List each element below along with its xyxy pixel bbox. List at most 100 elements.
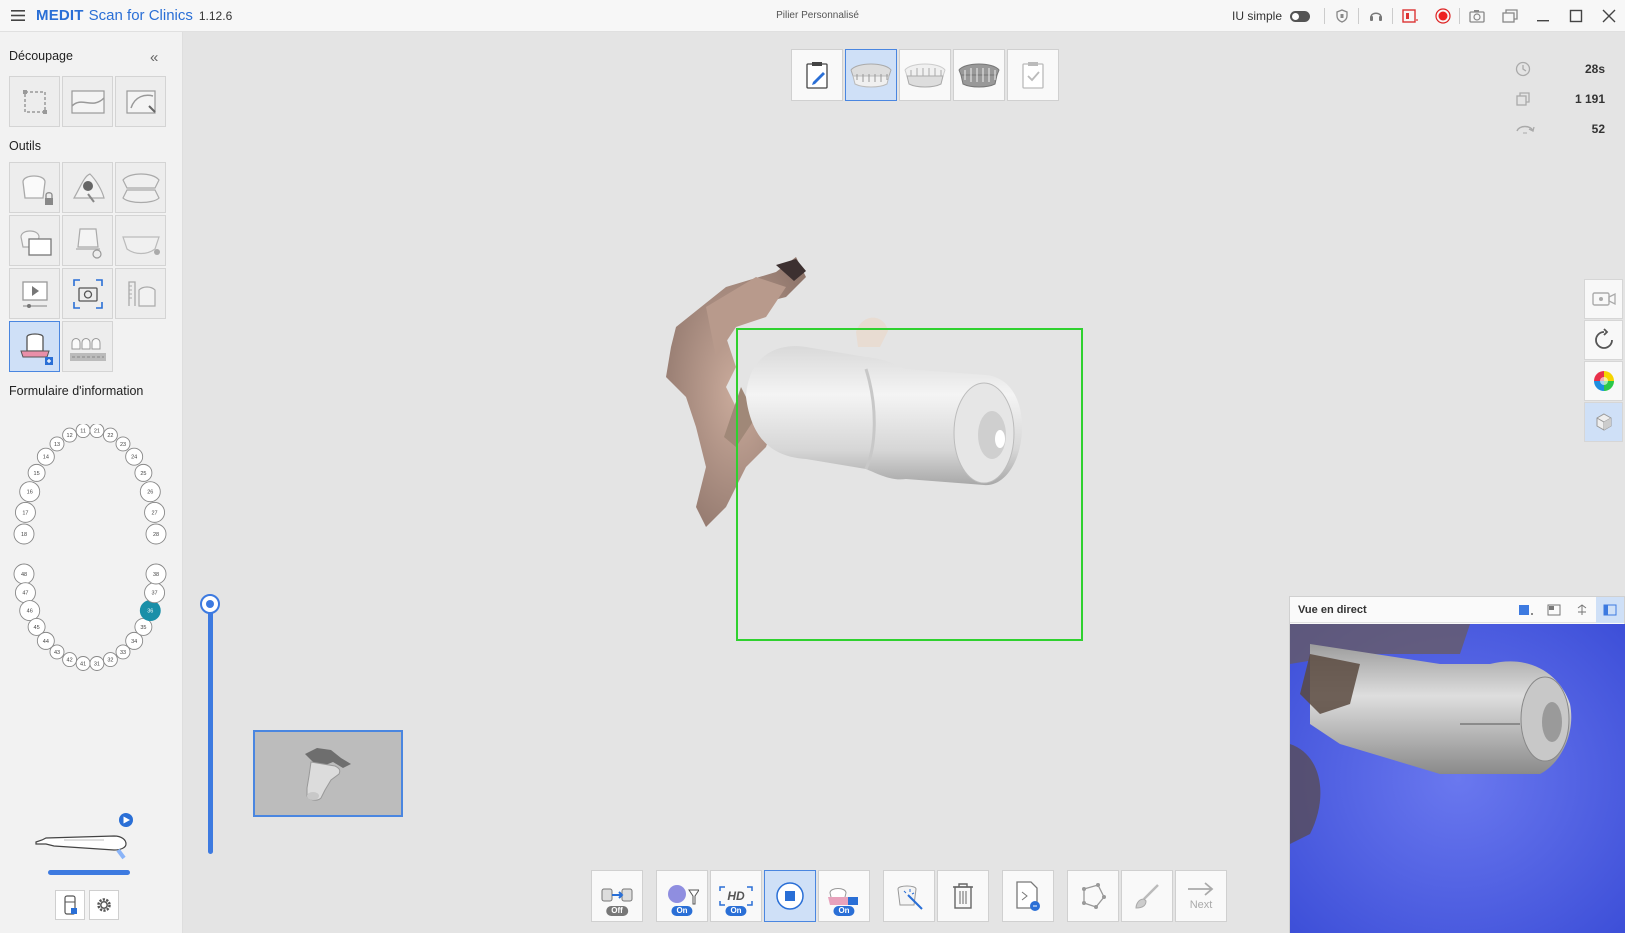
stage-review[interactable] — [1007, 49, 1059, 101]
simple-ui-toggle[interactable] — [1290, 10, 1310, 22]
tooth-41[interactable]: 41 — [75, 656, 91, 671]
video-play-tool[interactable] — [9, 268, 60, 319]
image-overlay-icon — [19, 229, 52, 256]
tooth-32[interactable]: 32 — [102, 652, 118, 668]
tooth-21[interactable]: 21 — [89, 424, 105, 439]
tooth-lock-tool[interactable] — [9, 162, 60, 213]
filter-toggle[interactable]: On — [656, 870, 708, 922]
edit-form-icon — [806, 62, 828, 89]
settings-button[interactable] — [89, 890, 119, 920]
frame-count: 1 191 — [1574, 92, 1605, 106]
smart-cut-tool[interactable] — [62, 76, 113, 127]
screen-record-region-icon[interactable] — [1393, 0, 1426, 32]
stage-lower-jaw[interactable] — [899, 49, 951, 101]
tooth-14[interactable]: 14 — [36, 447, 55, 466]
depth-slider-knob[interactable] — [200, 594, 220, 614]
section-title-form: Formulaire d'information — [9, 384, 144, 398]
tooth-46[interactable]: 46 — [19, 600, 41, 622]
tooth-15[interactable]: 15 — [27, 463, 46, 482]
minimize-icon[interactable] — [1526, 0, 1559, 32]
record-icon[interactable] — [1426, 0, 1459, 32]
scanner-tip-button[interactable] — [55, 890, 85, 920]
shield-icon[interactable] — [1325, 0, 1358, 32]
video-record-button[interactable] — [1584, 279, 1623, 319]
magic-clean-icon — [897, 885, 923, 910]
tooth-18[interactable]: 18 — [13, 523, 35, 545]
hamburger-menu-icon[interactable] — [0, 0, 36, 32]
image-overlay-tool[interactable] — [9, 215, 60, 266]
tooth-38[interactable]: 38 — [145, 563, 167, 585]
tooth-36[interactable]: 36 — [139, 600, 161, 622]
tooth-11[interactable]: 11 — [75, 424, 91, 439]
delete-button[interactable] — [937, 870, 989, 922]
tooth-48[interactable]: 48 — [13, 563, 35, 585]
tooth-42[interactable]: 42 — [62, 652, 78, 668]
auto-clean-button[interactable] — [883, 870, 935, 922]
headset-support-icon[interactable] — [1359, 0, 1392, 32]
collapse-sidebar-icon[interactable]: « — [150, 49, 158, 66]
teeth-library-tool[interactable] — [62, 321, 113, 372]
tooth-17[interactable]: 17 — [14, 501, 36, 523]
tooth-28[interactable]: 28 — [145, 523, 167, 545]
tooth-12[interactable]: 12 — [62, 427, 78, 443]
live-camera-feed — [1290, 624, 1625, 933]
occlusion-tool[interactable] — [115, 162, 166, 213]
stage-edit-form[interactable] — [791, 49, 843, 101]
color-view-button[interactable] — [1584, 361, 1623, 401]
stage-occlusion[interactable] — [953, 49, 1005, 101]
lasso-select-tool[interactable] — [9, 76, 60, 127]
maximize-icon[interactable] — [1559, 0, 1592, 32]
tooth-26[interactable]: 26 — [139, 481, 161, 503]
tooth-number: 18 — [21, 532, 27, 538]
tooth-number: 44 — [43, 639, 49, 645]
tooth-27[interactable]: 27 — [144, 501, 166, 523]
live-align-icon[interactable] — [1568, 597, 1596, 623]
tooth-13[interactable]: 13 — [49, 436, 65, 452]
close-icon[interactable] — [1592, 0, 1625, 32]
tooth-24[interactable]: 24 — [125, 447, 144, 466]
gum-lock-toggle[interactable]: On — [818, 870, 870, 922]
polygon-select-button[interactable] — [1067, 870, 1119, 922]
next-button[interactable]: Next — [1175, 870, 1227, 922]
tooth-number: 36 — [147, 609, 153, 615]
brush-select-tool[interactable] — [115, 76, 166, 127]
tooth-47[interactable]: 47 — [14, 582, 36, 604]
tooth-23[interactable]: 23 — [115, 436, 131, 452]
camera-capture-icon — [72, 278, 103, 309]
trash-icon — [953, 883, 973, 909]
live-picture-in-picture-icon[interactable] — [1540, 597, 1568, 623]
camera-capture-tool[interactable] — [62, 268, 113, 319]
screenshot-camera-icon[interactable] — [1460, 0, 1493, 32]
ai-scan-icon — [601, 888, 633, 902]
stage-upper-jaw[interactable] — [845, 49, 897, 101]
color-filter-tool[interactable] — [62, 162, 113, 213]
live-color-mode-icon[interactable] — [1512, 597, 1540, 623]
tooth-31[interactable]: 31 — [89, 656, 105, 671]
ai-scan-toggle[interactable]: Off — [591, 870, 643, 922]
margin-tool[interactable] — [62, 215, 113, 266]
tooth-43[interactable]: 43 — [49, 644, 65, 660]
rotation-count-icon — [1516, 125, 1535, 134]
ruler-tool[interactable] — [115, 268, 166, 319]
tooth-chart[interactable]: 18 17 16 15 14 13 12 11 21 22 23 24 25 26 27 28 48 47 46 45… — [10, 424, 170, 684]
tooth-number: 35 — [140, 625, 146, 631]
3d-viewport[interactable]: 28s 1 191 52 Vue en direct Off On HD On … — [184, 32, 1625, 933]
abutment-scan-tool[interactable] — [9, 321, 60, 372]
tooth-37[interactable]: 37 — [144, 582, 166, 604]
occlusion-icon — [121, 172, 160, 203]
window-layout-icon[interactable] — [1493, 0, 1526, 32]
scan-thumbnail[interactable] — [253, 730, 403, 817]
tooth-16[interactable]: 16 — [19, 481, 41, 503]
stop-scan-button[interactable] — [764, 870, 816, 922]
depth-slider-track[interactable] — [208, 601, 213, 854]
tooth-22[interactable]: 22 — [102, 427, 118, 443]
reset-view-button[interactable] — [1584, 320, 1623, 360]
tooth-25[interactable]: 25 — [134, 463, 153, 482]
brush-button[interactable] — [1121, 870, 1173, 922]
ai-scan-status: Off — [606, 906, 628, 916]
hd-toggle[interactable]: HD On — [710, 870, 762, 922]
export-button[interactable] — [1002, 870, 1054, 922]
live-panel-dock-icon[interactable] — [1596, 597, 1624, 623]
jaw-tool[interactable] — [115, 215, 166, 266]
solid-view-button[interactable] — [1584, 402, 1623, 442]
